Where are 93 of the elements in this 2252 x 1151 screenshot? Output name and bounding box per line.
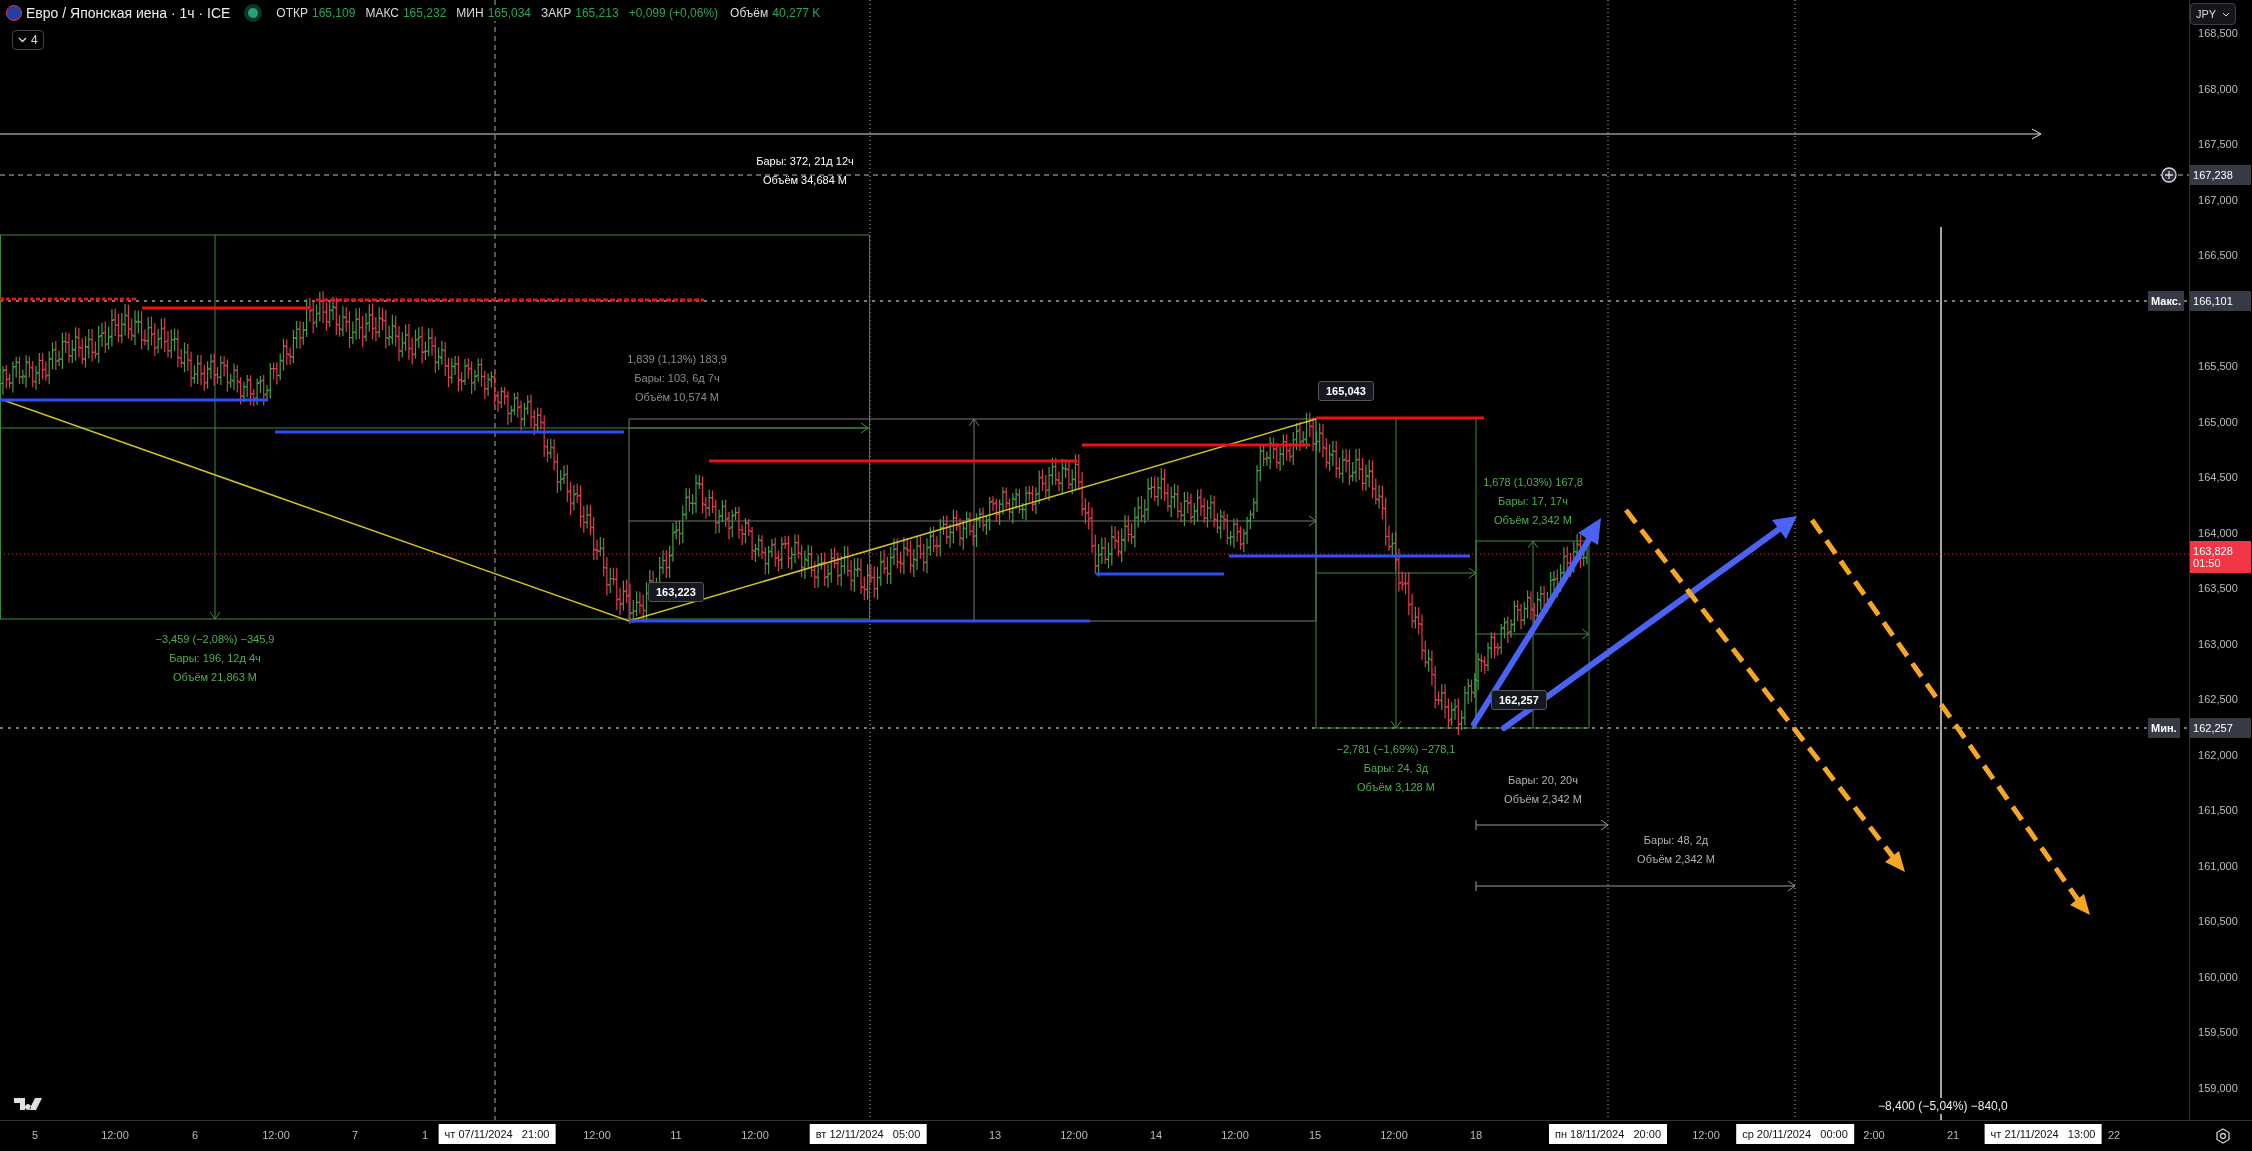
price-callout: 165,043: [1318, 381, 1374, 401]
time-tick: 15: [1308, 1129, 1322, 1141]
price-tag: Макс.: [2148, 291, 2184, 311]
chevron-icon: [18, 37, 27, 43]
time-cursor-label: пн 18/11/2024 20:00: [1549, 1124, 1667, 1144]
price-tag: Мин.: [2148, 718, 2180, 738]
time-tick: 13: [988, 1129, 1002, 1141]
market-status-icon[interactable]: [248, 8, 259, 18]
time-tick: 12:00: [262, 1129, 290, 1141]
price-tick: 164,000: [2198, 526, 2238, 539]
chevron-icon: [2222, 11, 2231, 17]
time-tick: 11: [670, 1129, 682, 1141]
price-label: 162,257: [2190, 718, 2252, 738]
ohlc-value: 165,034: [487, 6, 531, 20]
time-tick: 12:00: [1692, 1129, 1720, 1141]
time-cursor-label: чт 07/11/2024 21:00: [438, 1124, 556, 1144]
ohlc-label: МАКС: [365, 6, 399, 20]
price-callout: 163,223: [648, 582, 704, 602]
time-cursor-label: вт 12/11/2024 05:00: [809, 1124, 927, 1144]
price-tick: 162,000: [2198, 748, 2238, 761]
price-change: +0,099 (+0,06%): [628, 6, 719, 20]
price-tick: 167,500: [2198, 138, 2238, 150]
measure-label: Бары: 24, 3д: [1362, 761, 1430, 776]
ohlc-value: 165,213: [575, 6, 619, 20]
measure-label: Бары: 372, 21д 12ч: [756, 154, 854, 169]
measure-label: −3,459 (−2,08%) −345,9: [155, 632, 275, 647]
measure-label: Бары: 17, 17ч: [1497, 494, 1569, 509]
measure-label: 1,839 (1,13%) 183,9: [627, 352, 727, 367]
price-tick: 159,000: [2198, 1081, 2238, 1094]
time-tick: 21: [1946, 1129, 1960, 1141]
time-tick: 12:00: [1060, 1129, 1088, 1141]
measure-label: Объём 34,684 M: [762, 173, 848, 188]
time-tick: 6: [191, 1129, 199, 1141]
time-tick: 7: [351, 1129, 359, 1141]
logo-icon[interactable]: [14, 1096, 44, 1112]
time-tick: 18: [1469, 1129, 1483, 1141]
measure-label: Бары: 20, 20ч: [1507, 773, 1579, 788]
currency-button[interactable]: JPY: [2190, 3, 2237, 25]
price-tick: 165,500: [2198, 360, 2238, 372]
time-tick: 12:00: [583, 1129, 611, 1141]
time-tick: 12:00: [101, 1129, 129, 1141]
ohlc-value: 165,232: [402, 6, 447, 20]
symbol-title[interactable]: Евро / Японская иена · 1ч · ICE: [26, 5, 231, 21]
price-tick: 167,000: [2198, 193, 2238, 206]
ohlc-label: ЗАКР: [541, 6, 572, 20]
measure-label: Объём 10,574 M: [634, 390, 720, 405]
time-cursor-label: ср 20/11/2024 00:00: [1736, 1124, 1854, 1144]
indicators-toggle[interactable]: 4: [12, 30, 44, 50]
measure-label: Бары: 103, 6д 7ч: [633, 371, 721, 386]
price-tick: 162,500: [2198, 693, 2238, 705]
time-tick: 12:00: [1380, 1129, 1408, 1141]
volume-label: Объём: [730, 6, 769, 20]
last-price-label: 163,828 01:50: [2190, 541, 2252, 573]
price-tick: 166,500: [2198, 249, 2238, 261]
price-callout: 162,257: [1491, 690, 1547, 710]
price-tick: 164,500: [2198, 471, 2238, 483]
time-tick: 12:00: [1221, 1129, 1249, 1141]
time-tick: 1: [421, 1129, 429, 1141]
measure-label: Объём 2,342 M: [1493, 513, 1573, 528]
measure-label: −2,781 (−1,69%) −278,1: [1336, 742, 1456, 757]
volume-value: 40,277 K: [772, 6, 821, 20]
price-tick: 159,500: [2198, 1026, 2238, 1038]
ohlc-label: МИН: [456, 6, 484, 20]
time-tick: 12:00: [741, 1129, 769, 1141]
time-cursor-label: чт 21/11/2024 13:00: [1984, 1124, 2102, 1144]
price-tick: 165,000: [2198, 415, 2238, 428]
measure-label: Объём 2,342 M: [1504, 792, 1582, 807]
flag-icon: [6, 5, 22, 21]
measure-label: Объём 21,863 M: [172, 670, 258, 685]
price-tick: 161,000: [2198, 859, 2238, 872]
price-tick: 163,500: [2198, 582, 2238, 594]
price-tick: 160,000: [2198, 970, 2238, 983]
time-tick: 5: [31, 1129, 39, 1141]
settings-icon[interactable]: [2214, 1127, 2232, 1145]
measure-label: Объём 3,128 M: [1356, 780, 1436, 795]
time-tick: 2:00: [1863, 1129, 1885, 1141]
ohlc-value: 165,109: [312, 6, 356, 20]
add-alert-icon[interactable]: [2160, 166, 2179, 184]
price-label: 166,101: [2190, 291, 2252, 311]
measure-label: Бары: 48, 2д: [1642, 833, 1710, 848]
time-tick: 22: [2107, 1129, 2121, 1141]
time-tick: 14: [1149, 1129, 1163, 1141]
measure-label: Объём 2,342 M: [1637, 852, 1715, 867]
ohlc-label: ОТКР: [276, 6, 308, 20]
measure-label: −8,400 (−5,04%) −840,0: [1875, 1098, 2011, 1114]
price-tick: 161,500: [2198, 804, 2238, 816]
measure-label: 1,678 (1,03%) 167,8: [1483, 475, 1583, 490]
measure-label: Бары: 196, 12д 4ч: [168, 651, 262, 666]
alert-price-label: 167,238: [2190, 165, 2252, 185]
price-tick: 168,000: [2198, 82, 2238, 95]
price-tick: 160,500: [2198, 915, 2238, 927]
price-tick: 163,000: [2198, 637, 2238, 650]
price-tick: 168,500: [2198, 27, 2238, 39]
